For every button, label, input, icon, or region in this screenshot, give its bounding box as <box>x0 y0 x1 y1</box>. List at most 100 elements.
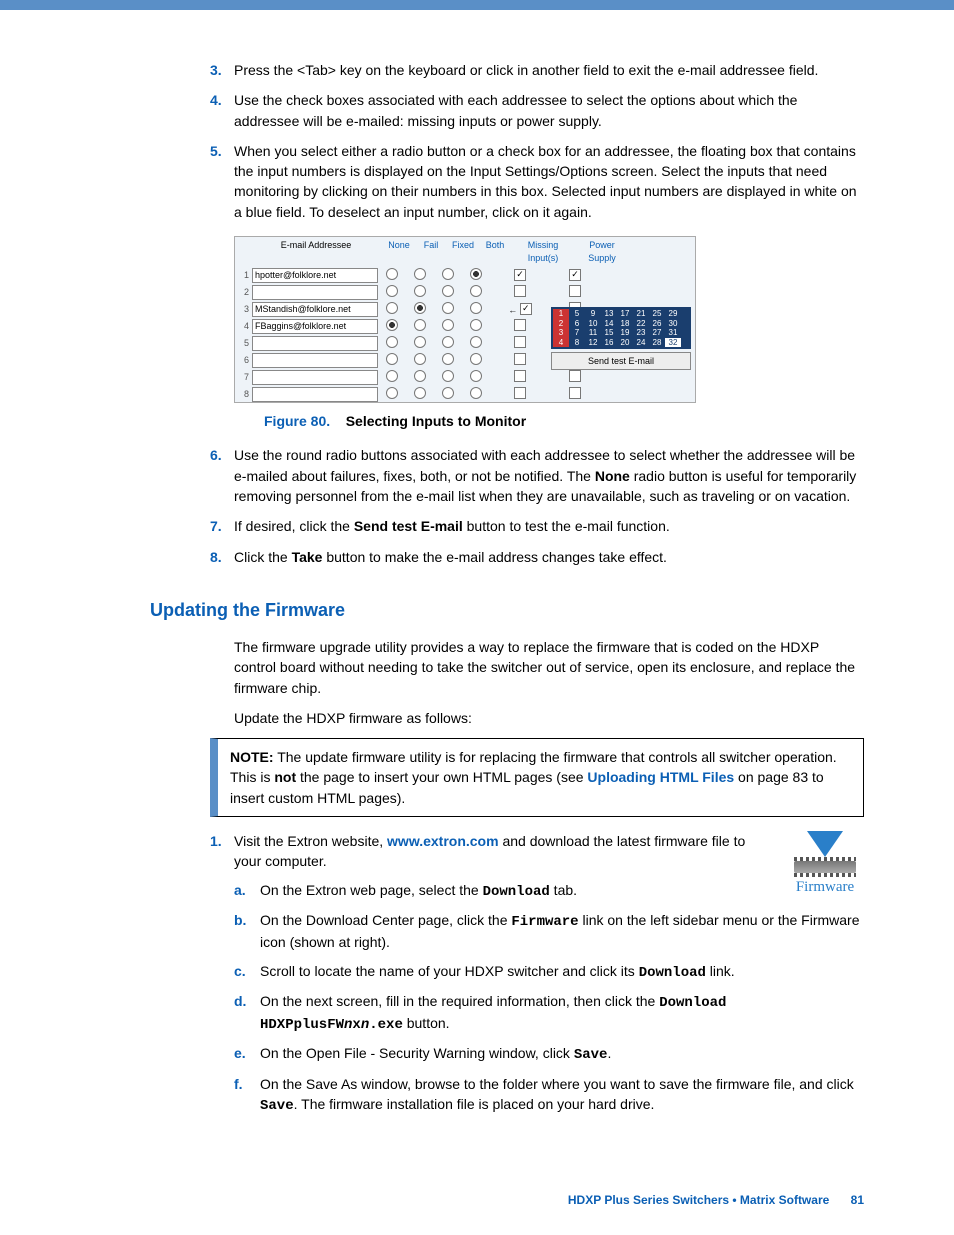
step-item: 5.When you select either a radio button … <box>210 141 864 222</box>
email-field[interactable]: MStandish@folklore.net <box>252 302 378 317</box>
radio-both[interactable] <box>462 319 490 335</box>
radio-fixed[interactable] <box>434 319 462 335</box>
radio-none[interactable] <box>378 370 406 386</box>
step-text: Use the round radio buttons associated w… <box>234 445 864 506</box>
radio-fixed[interactable] <box>434 336 462 352</box>
note-text-2: the page to insert your own HTML pages (… <box>296 769 587 785</box>
radio-none[interactable] <box>378 302 406 318</box>
sub-step-letter: c. <box>234 961 260 983</box>
email-field[interactable] <box>252 336 378 351</box>
col-both: Both <box>479 237 511 267</box>
radio-fixed[interactable] <box>434 370 462 386</box>
radio-none[interactable] <box>378 353 406 369</box>
figure-number: Figure 80. <box>264 413 330 429</box>
radio-fail[interactable] <box>406 353 434 369</box>
radio-none[interactable] <box>378 319 406 335</box>
checkbox-missing-inputs[interactable] <box>490 269 550 283</box>
input-number-grid[interactable]: 1591317212529261014182226303711151923273… <box>551 307 691 349</box>
radio-none[interactable] <box>378 285 406 301</box>
email-field[interactable]: hpotter@folklore.net <box>252 268 378 283</box>
radio-both[interactable] <box>462 285 490 301</box>
radio-both[interactable] <box>462 302 490 318</box>
sub-step-letter: a. <box>234 880 260 902</box>
radio-both[interactable] <box>462 268 490 284</box>
addressee-row: 2 <box>235 284 695 301</box>
radio-none[interactable] <box>378 387 406 403</box>
radio-fixed[interactable] <box>434 302 462 318</box>
radio-fixed[interactable] <box>434 268 462 284</box>
sub-step-item: f.On the Save As window, browse to the f… <box>234 1074 864 1117</box>
email-field[interactable] <box>252 387 378 402</box>
radio-both[interactable] <box>462 387 490 403</box>
radio-fail[interactable] <box>406 336 434 352</box>
checkbox-missing-inputs[interactable] <box>490 285 550 301</box>
col-missing-inputs: Missing Input(s) <box>511 237 575 267</box>
email-field[interactable] <box>252 370 378 385</box>
sub-step-item: e.On the Open File - Security Warning wi… <box>234 1043 864 1065</box>
firmware-icon: Firmware <box>786 831 864 899</box>
addressee-row: 7 <box>235 369 695 386</box>
sub-step-text: On the Download Center page, click the F… <box>260 910 864 953</box>
radio-none[interactable] <box>378 336 406 352</box>
radio-both[interactable] <box>462 353 490 369</box>
sub-step-item: a.On the Extron web page, select the Dow… <box>234 880 776 902</box>
radio-fail[interactable] <box>406 387 434 403</box>
send-test-email-button[interactable]: Send test E-mail <box>551 352 691 370</box>
checkbox-power-supply[interactable] <box>550 285 600 301</box>
sub-step-text: Scroll to locate the name of your HDXP s… <box>260 961 864 983</box>
step-item: 6.Use the round radio buttons associated… <box>210 445 864 506</box>
step-item: 4.Use the check boxes associated with ea… <box>210 90 864 131</box>
checkbox-missing-inputs[interactable] <box>490 336 550 352</box>
radio-fixed[interactable] <box>434 285 462 301</box>
radio-fail[interactable] <box>406 302 434 318</box>
radio-fixed[interactable] <box>434 353 462 369</box>
sub-step-letter: d. <box>234 991 260 1036</box>
figure-80: E-mail Addressee None Fail Fixed Both Mi… <box>234 236 864 431</box>
note-box: NOTE: The update firmware utility is for… <box>210 738 864 817</box>
radio-both[interactable] <box>462 370 490 386</box>
note-label: NOTE: <box>230 749 274 765</box>
sub-step-item: b.On the Download Center page, click the… <box>234 910 864 953</box>
col-fail: Fail <box>415 237 447 267</box>
step-text: Use the check boxes associated with each… <box>234 90 864 131</box>
checkbox-power-supply[interactable] <box>550 269 600 283</box>
figure-image: E-mail Addressee None Fail Fixed Both Mi… <box>234 236 696 403</box>
radio-fixed[interactable] <box>434 387 462 403</box>
col-power-supply: Power Supply <box>575 237 629 267</box>
steps-list-mid: 6.Use the round radio buttons associated… <box>210 445 864 566</box>
step-number: 3. <box>210 60 234 80</box>
footer-title: HDXP Plus Series Switchers • Matrix Soft… <box>568 1193 829 1207</box>
step-item: 3.Press the <Tab> key on the keyboard or… <box>210 60 864 80</box>
radio-none[interactable] <box>378 268 406 284</box>
col-none: None <box>383 237 415 267</box>
email-field[interactable] <box>252 285 378 300</box>
checkbox-power-supply[interactable] <box>550 387 600 403</box>
uploading-html-files-link[interactable]: Uploading HTML Files <box>587 769 734 785</box>
step-number: 1. <box>210 831 234 1124</box>
email-field[interactable]: FBaggins@folklore.net <box>252 319 378 334</box>
sub-step-letter: b. <box>234 910 260 953</box>
radio-fail[interactable] <box>406 285 434 301</box>
email-field[interactable] <box>252 353 378 368</box>
checkbox-missing-inputs[interactable] <box>490 353 550 369</box>
checkbox-power-supply[interactable] <box>550 370 600 386</box>
checkbox-missing-inputs[interactable] <box>490 319 550 335</box>
checkbox-missing-inputs[interactable] <box>490 370 550 386</box>
radio-fail[interactable] <box>406 319 434 335</box>
page: 3.Press the <Tab> key on the keyboard or… <box>0 0 954 1235</box>
radio-fail[interactable] <box>406 268 434 284</box>
radio-both[interactable] <box>462 336 490 352</box>
checkbox-missing-inputs[interactable] <box>490 387 550 403</box>
checkbox-missing-inputs[interactable]: ← <box>490 303 550 317</box>
step-text: When you select either a radio button or… <box>234 141 864 222</box>
step-number: 8. <box>210 547 234 567</box>
note-not: not <box>274 769 296 785</box>
addressee-row: 1hpotter@folklore.net <box>235 267 695 284</box>
sub-step-letter: f. <box>234 1074 260 1117</box>
steps-list-firmware: 1.FirmwareVisit the Extron website, www.… <box>210 831 864 1124</box>
step-number: 6. <box>210 445 234 506</box>
step-text: Click the Take button to make the e-mail… <box>234 547 864 567</box>
radio-fail[interactable] <box>406 370 434 386</box>
step-text: FirmwareVisit the Extron website, www.ex… <box>234 831 864 1124</box>
step-text: Press the <Tab> key on the keyboard or c… <box>234 60 864 80</box>
